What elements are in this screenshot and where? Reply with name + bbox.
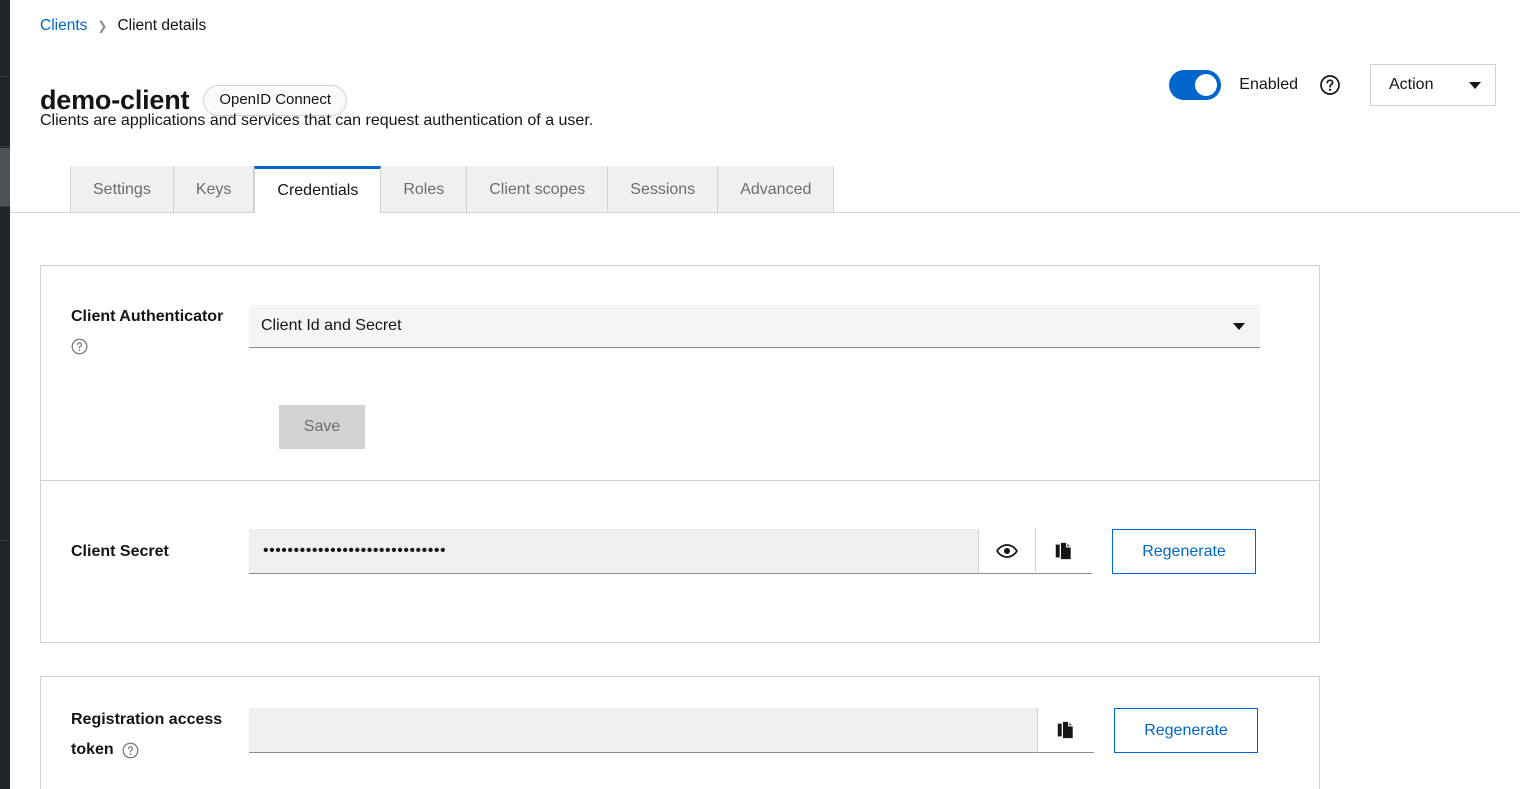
copy-registration-token-button[interactable]	[1037, 708, 1094, 753]
tab-label: Keys	[195, 181, 232, 198]
tab-label: Client scopes	[489, 181, 586, 198]
client-secret-label: Client Secret	[71, 543, 169, 560]
client-details-page: Clients ❯ Client details demo-client Ope…	[0, 0, 1520, 789]
collapsed-sidebar[interactable]	[0, 0, 10, 789]
tabs-underline	[10, 212, 1520, 213]
tab-label: Sessions	[630, 181, 696, 198]
breadcrumb: Clients ❯ Client details	[40, 16, 206, 36]
copy-secret-button[interactable]	[1035, 529, 1092, 574]
tab-credentials[interactable]: Credentials	[254, 166, 382, 214]
tab-keys[interactable]: Keys	[173, 166, 255, 213]
client-secret-row: Client Secret ••••••••••••••••••••••••••…	[41, 529, 1256, 574]
action-dropdown-label: Action	[1389, 76, 1434, 93]
registration-access-token-card: Registration access token Regenerate	[40, 676, 1320, 789]
toggle-knob	[1195, 74, 1218, 96]
registration-access-token-label-line2: token	[71, 741, 114, 758]
tab-label: Settings	[93, 181, 151, 198]
sidebar-divider	[0, 540, 10, 541]
tab-label: Roles	[403, 181, 445, 198]
registration-access-token-label-wrap: Registration access token	[41, 708, 249, 762]
eye-icon	[996, 544, 1018, 558]
registration-access-token-label-line1: Registration access	[71, 711, 223, 728]
save-row: Save	[279, 405, 365, 449]
client-secret-input-group: ••••••••••••••••••••••••••••••	[249, 529, 1092, 574]
save-button[interactable]: Save	[279, 405, 365, 449]
regenerate-secret-button[interactable]: Regenerate	[1112, 529, 1256, 574]
client-authenticator-label-wrap: Client Authenticator	[41, 305, 249, 355]
card-section-divider	[41, 480, 1319, 481]
action-dropdown-button[interactable]: Action	[1370, 64, 1496, 106]
client-authenticator-label: Client Authenticator	[71, 308, 224, 325]
show-secret-button[interactable]	[978, 529, 1035, 574]
client-authenticator-value: Client Id and Secret	[261, 317, 402, 334]
breadcrumb-current: Client details	[117, 17, 207, 34]
copy-icon	[1057, 720, 1074, 740]
caret-down-icon	[1233, 322, 1245, 330]
sidebar-divider	[0, 206, 10, 207]
caret-down-icon	[1469, 81, 1481, 89]
header-actions: Enabled Action	[1169, 62, 1496, 108]
tab-roles[interactable]: Roles	[381, 166, 468, 213]
registration-token-input[interactable]	[249, 708, 1037, 753]
registration-token-input-group	[249, 708, 1094, 753]
breadcrumb-separator-icon: ❯	[97, 19, 108, 33]
question-circle-icon[interactable]	[122, 742, 139, 759]
enabled-label: Enabled	[1239, 76, 1298, 93]
sidebar-item-clients-active[interactable]	[0, 148, 10, 206]
sidebar-divider	[0, 146, 10, 147]
tab-label: Credentials	[277, 182, 359, 199]
breadcrumb-link-clients[interactable]: Clients	[40, 16, 87, 36]
client-authenticator-row: Client Authenticator Client Id and Secre…	[41, 305, 1260, 355]
copy-icon	[1055, 541, 1072, 561]
tab-advanced[interactable]: Advanced	[718, 166, 835, 213]
page-subtitle: Clients are applications and services th…	[40, 112, 594, 129]
question-circle-icon[interactable]	[1320, 75, 1340, 95]
client-detail-tabs: Settings Keys Credentials Roles Client s…	[70, 166, 835, 214]
client-secret-input[interactable]: ••••••••••••••••••••••••••••••	[249, 529, 978, 574]
registration-access-token-row: Registration access token Regenerate	[41, 708, 1258, 762]
sidebar-divider	[0, 76, 10, 77]
enabled-toggle[interactable]	[1169, 70, 1222, 100]
client-authenticator-select[interactable]: Client Id and Secret	[249, 305, 1260, 348]
question-circle-icon[interactable]	[71, 338, 88, 355]
tab-sessions[interactable]: Sessions	[608, 166, 719, 213]
tab-settings[interactable]: Settings	[70, 166, 174, 213]
tab-label: Advanced	[740, 181, 812, 198]
credentials-card: Client Authenticator Client Id and Secre…	[40, 265, 1320, 643]
regenerate-registration-token-button[interactable]: Regenerate	[1114, 708, 1258, 753]
tab-client-scopes[interactable]: Client scopes	[467, 166, 609, 213]
